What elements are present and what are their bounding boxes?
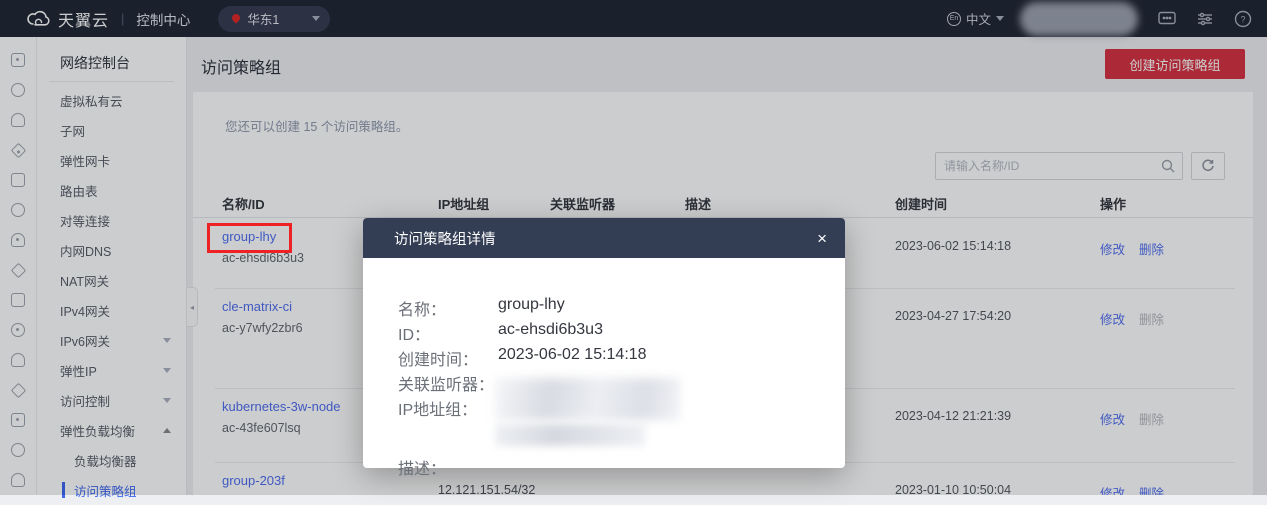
red-highlight-annotation	[207, 223, 292, 253]
detail-field-value: ac-ehsdi6b3u3	[498, 321, 603, 339]
detail-field-label: 描述：	[398, 455, 446, 479]
detail-field-label: 名称：	[398, 296, 446, 320]
modal-title: 访问策略组详情	[394, 228, 496, 249]
redacted-ip-value	[495, 424, 645, 446]
detail-field-value: 2023-06-02 15:14:18	[498, 346, 647, 364]
detail-field-value: group-lhy	[498, 296, 565, 314]
modal-header: 访问策略组详情 ×	[363, 218, 845, 258]
detail-field-label: IP地址组：	[398, 396, 477, 420]
detail-field-label: ID：	[398, 321, 430, 345]
detail-field-label: 创建时间：	[398, 346, 478, 370]
redacted-ip-value	[495, 378, 680, 420]
detail-field-label: 关联监听器：	[398, 371, 494, 395]
close-icon[interactable]: ×	[817, 230, 827, 247]
policy-group-detail-modal: 访问策略组详情 × 名称： group-lhy ID： ac-ehsdi6b3u3 创建…	[363, 218, 845, 468]
